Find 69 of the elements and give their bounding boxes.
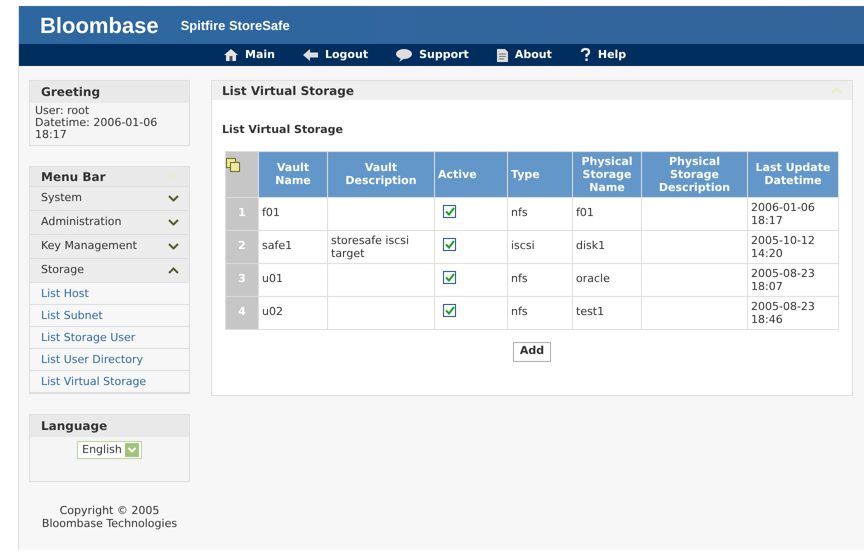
greeting-text: User: root <box>35 105 90 117</box>
menu-item[interactable]: Key Management <box>30 235 189 259</box>
menu-label: Key Management <box>41 238 137 254</box>
table-cell: u02 <box>258 296 328 329</box>
row-number: 1 <box>226 197 258 230</box>
chevron-down-icon[interactable] <box>168 195 179 202</box>
table-cell: 2005-08-23 18:07 <box>748 263 838 296</box>
copyright-text: Bloombase Technologies <box>42 517 178 530</box>
table-header-cell: Physical Storage Name <box>572 151 642 197</box>
speech-bubble-icon <box>396 48 412 62</box>
chevron-down-icon[interactable] <box>168 219 179 226</box>
menu-label: Administration <box>41 214 122 230</box>
menu-item[interactable]: Administration <box>30 211 189 235</box>
checkbox[interactable] <box>443 205 456 218</box>
product-name: Spitfire StoreSafe <box>180 17 290 36</box>
copy-icon <box>226 158 240 172</box>
table-cell: u01 <box>258 263 328 296</box>
nav-link[interactable]: About <box>496 46 552 64</box>
menu-label: Storage <box>41 262 84 278</box>
table-cell: 2006-01-06 18:17 <box>748 197 838 230</box>
chevron-up-icon[interactable] <box>168 267 179 274</box>
panel-title: List Virtual Storage <box>222 82 354 100</box>
table-cell: nfs <box>508 197 572 230</box>
nav-link[interactable]: Support <box>396 46 469 64</box>
chevron-down-icon[interactable] <box>168 243 179 250</box>
panel-title: Menu Bar <box>41 168 106 186</box>
table-header-cell: Active <box>434 151 508 197</box>
nav-link[interactable]: Help <box>580 46 626 64</box>
table-cell: storesafe iscsi target <box>328 230 434 263</box>
table-header-cell: Vault Name <box>258 151 328 197</box>
add-button[interactable]: Add <box>512 342 552 362</box>
nav-link[interactable]: Main <box>224 46 275 64</box>
copyright-text: Copyright © 2005 <box>60 504 160 517</box>
panel-title: Language <box>30 415 189 437</box>
row-number: 2 <box>226 230 258 263</box>
table-header-cell: Type <box>508 151 572 197</box>
house-icon <box>224 49 238 61</box>
checkbox[interactable] <box>443 271 456 284</box>
menu-item[interactable]: System <box>30 187 189 211</box>
table-cell: test1 <box>572 296 642 329</box>
table-header-cell: Vault Description <box>328 151 434 197</box>
row-number: 4 <box>226 296 258 329</box>
checkbox[interactable] <box>443 238 456 252</box>
greeting-text: Datetime: 2006-01-06 18:17 <box>35 117 158 141</box>
table-cell: f01 <box>258 197 328 230</box>
menu-label: System <box>41 190 82 206</box>
section-heading: List Virtual Storage <box>222 122 344 138</box>
checkbox[interactable] <box>443 304 456 318</box>
table-header-cell: Last Update Datetime <box>748 151 838 197</box>
question-mark-icon <box>580 48 591 62</box>
table-cell: safe1 <box>258 230 328 263</box>
table-cell: disk1 <box>572 230 642 263</box>
row-number: 3 <box>226 263 258 296</box>
left-arrow-icon <box>302 49 318 61</box>
table-cell: oracle <box>572 263 642 296</box>
menu-item[interactable]: Storage <box>30 259 189 283</box>
table-header-cell: Physical Storage Description <box>642 151 748 197</box>
brand-name: Bloombase <box>40 12 159 40</box>
language-select[interactable]: English <box>77 441 142 459</box>
document-icon <box>496 48 508 62</box>
table-cell: 2005-10-12 14:20 <box>748 230 838 263</box>
table-cell: f01 <box>572 197 642 230</box>
table-cell: nfs <box>508 263 572 296</box>
panel-title: Greeting <box>30 81 189 103</box>
select-value: English <box>82 442 122 458</box>
nav-link[interactable]: Logout <box>302 46 368 64</box>
table-cell: iscsi <box>508 230 572 263</box>
table-cell: 2005-08-23 18:46 <box>748 296 838 329</box>
table-cell: nfs <box>508 296 572 329</box>
